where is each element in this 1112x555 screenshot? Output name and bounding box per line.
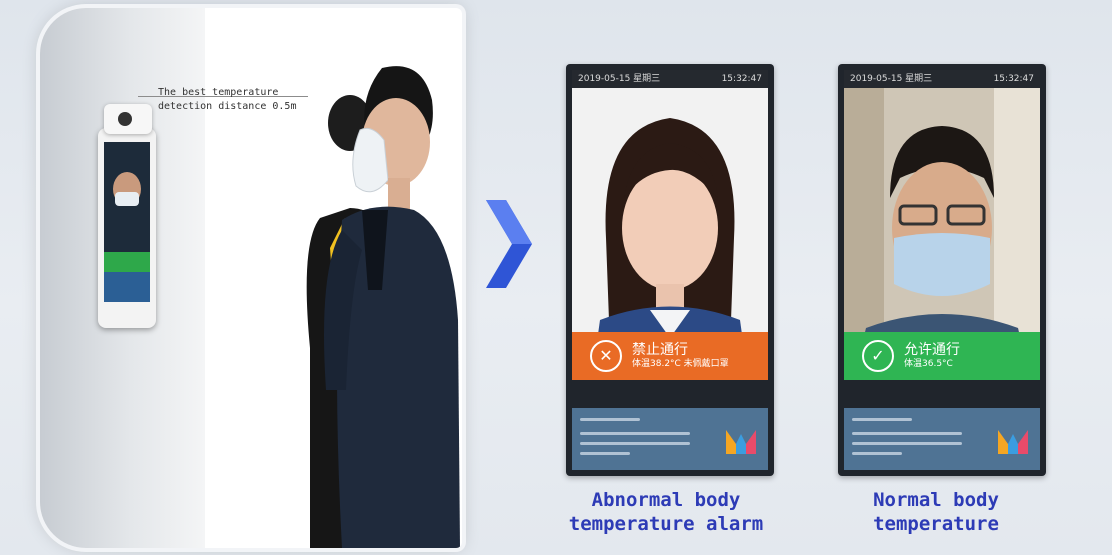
terminal-status-bar: [104, 252, 150, 272]
info-panel: [572, 408, 768, 470]
distance-label: The best temperature detection distance …: [158, 87, 297, 112]
status-time: 15:32:47: [993, 74, 1034, 84]
screen-abnormal: 2019-05-15 星期三 15:32:47 ✕ 禁止通行 体温38.2°C …: [566, 64, 774, 476]
info-line: [580, 418, 640, 421]
info-line: [852, 442, 962, 445]
check-circle-icon: ✓: [862, 340, 894, 372]
screen-display: 2019-05-15 星期三 15:32:47 ✕ 禁止通行 体温38.2°C …: [572, 70, 768, 470]
temperature-terminal: [98, 104, 156, 328]
status-banner: ✕ 禁止通行 体温38.2°C 未佩戴口罩: [572, 332, 768, 380]
info-line: [580, 432, 690, 435]
info-line: [852, 418, 912, 421]
terminal-screen: [104, 142, 150, 302]
status-time: 15:32:47: [721, 74, 762, 84]
banner-subtitle: 体温38.2°C 未佩戴口罩: [632, 359, 729, 369]
status-banner: ✓ 允许通行 体温36.5°C: [844, 332, 1040, 380]
thermal-camera: [104, 104, 152, 134]
terminal-mask-preview: [115, 192, 139, 206]
status-date: 2019-05-15 星期三: [578, 74, 661, 84]
info-panel: [844, 408, 1040, 470]
info-line: [852, 432, 962, 435]
banner-title: 禁止通行: [632, 342, 688, 358]
banner-title: 允许通行: [904, 342, 960, 358]
terminal-info-panel: [104, 272, 150, 302]
caption-abnormal: Abnormal body temperature alarm: [568, 489, 764, 535]
info-line: [580, 442, 690, 445]
screen-display: 2019-05-15 星期三 15:32:47 ✓ 允许通行 体温36.5°C: [844, 70, 1040, 470]
brand-logo-icon: [726, 430, 756, 454]
screen-normal: 2019-05-15 星期三 15:32:47 ✓ 允许通行 体温36.5°C: [838, 64, 1046, 476]
illustration-frame: The best temperature detection distance …: [40, 8, 462, 548]
person-figure: [324, 66, 460, 548]
info-line: [852, 452, 902, 455]
chevron-right-icon: [486, 200, 532, 288]
status-bar: 2019-05-15 星期三 15:32:47: [844, 70, 1040, 88]
status-date: 2019-05-15 星期三: [850, 74, 933, 84]
camera-lens-icon: [118, 112, 132, 126]
x-circle-icon: ✕: [590, 340, 622, 372]
caption-normal: Normal body temperature: [873, 489, 999, 535]
status-bar: 2019-05-15 星期三 15:32:47: [572, 70, 768, 88]
info-line: [580, 452, 630, 455]
banner-subtitle: 体温36.5°C: [904, 359, 953, 369]
brand-logo-icon: [998, 430, 1028, 454]
